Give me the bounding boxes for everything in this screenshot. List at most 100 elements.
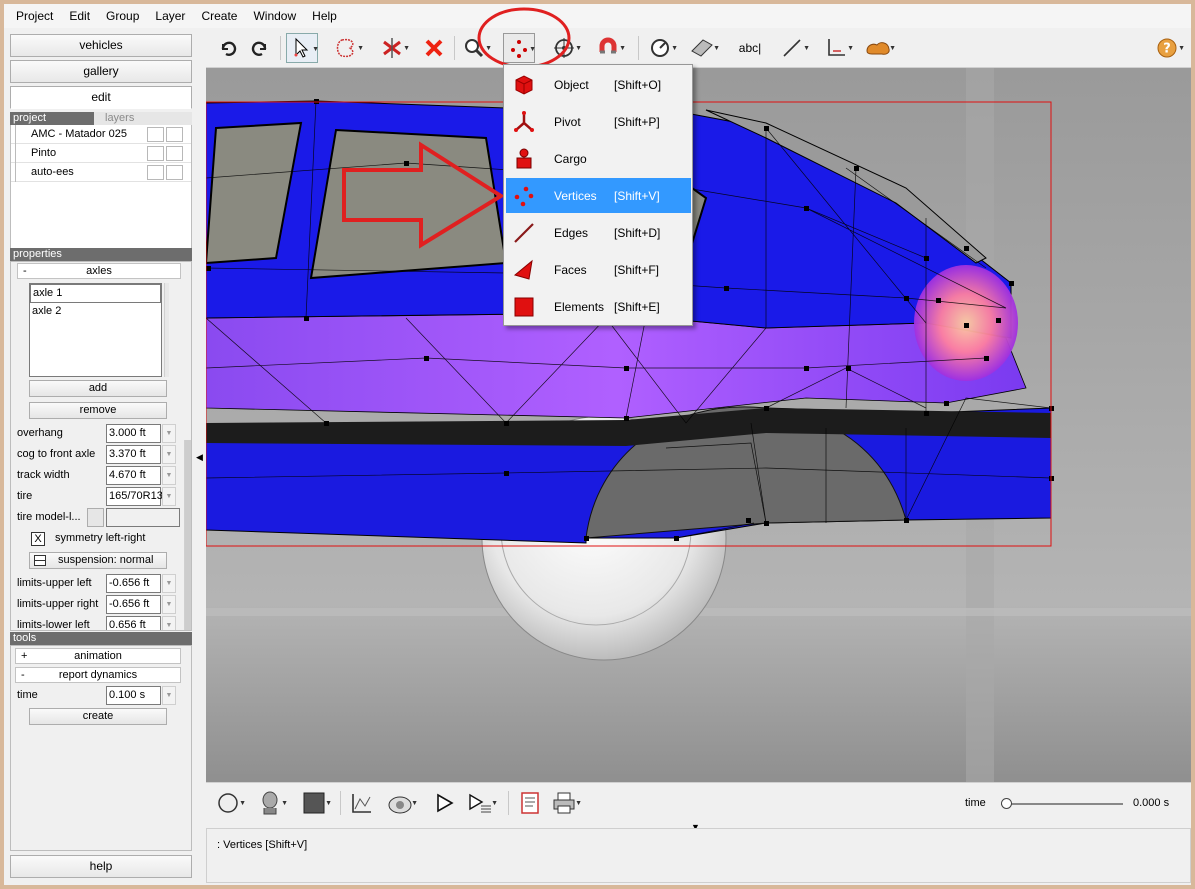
limits-upper-left-spinner[interactable]: ▼ <box>162 574 176 593</box>
limits-lower-left-field[interactable]: 0.656 ft <box>106 616 161 630</box>
undo-icon[interactable] <box>212 33 244 63</box>
redo-icon[interactable] <box>244 33 276 63</box>
limits-upper-right-spinner[interactable]: ▼ <box>162 595 176 614</box>
svg-text:?: ? <box>1163 42 1171 57</box>
list-item[interactable]: AMC - Matador 025 <box>11 125 191 144</box>
remove-button[interactable]: remove <box>29 402 167 419</box>
splitter-handle[interactable]: ◀ <box>196 450 204 464</box>
create-button[interactable]: create <box>29 708 167 725</box>
properties-header: properties <box>10 248 192 261</box>
lasso-icon[interactable]: ▼ <box>330 33 364 63</box>
menu-item-vertices[interactable]: Vertices [Shift+V] <box>506 178 691 213</box>
menu-group[interactable]: Group <box>98 4 147 28</box>
prop-cog: cog to front axle 3.370 ft ▼ <box>17 445 187 464</box>
list-item[interactable]: Pinto <box>11 144 191 163</box>
time-field[interactable]: 0.100 s <box>106 686 161 705</box>
camera-icon[interactable]: ▼ <box>384 788 418 818</box>
axles-scrollbar[interactable] <box>164 283 169 377</box>
visibility-checkbox[interactable] <box>147 127 164 142</box>
edit-button[interactable]: edit <box>10 86 192 109</box>
menu-window[interactable]: Window <box>245 4 304 28</box>
symmetry-label: symmetry left-right <box>55 532 146 544</box>
select-arrow-icon[interactable]: ▼ <box>286 33 319 63</box>
play-list-icon[interactable]: ▼ <box>464 788 498 818</box>
overhang-spinner[interactable]: ▼ <box>162 424 176 443</box>
overhang-field[interactable]: 3.000 ft <box>106 424 161 443</box>
cog-field[interactable]: 3.370 ft <box>106 445 161 464</box>
suspension-icon <box>34 555 46 566</box>
prop-track-width: track width 4.670 ft ▼ <box>17 466 187 485</box>
time-spinner[interactable]: ▼ <box>162 686 176 705</box>
prop-tire-model: tire model-l... <box>17 508 187 527</box>
report-dynamics-group-header[interactable]: - report dynamics <box>15 667 181 683</box>
menu-project[interactable]: Project <box>4 4 61 28</box>
cargo-icon <box>516 148 532 169</box>
car-shape-icon[interactable]: ▼ <box>862 33 896 63</box>
track-width-spinner[interactable]: ▼ <box>162 466 176 485</box>
line-tool-icon[interactable]: ▼ <box>776 33 810 63</box>
play-icon[interactable] <box>428 788 460 818</box>
elements-icon <box>514 297 534 317</box>
list-item[interactable]: axle 2 <box>30 303 161 322</box>
graph-icon[interactable] <box>346 788 378 818</box>
menu-create[interactable]: Create <box>193 4 245 28</box>
properties-panel: - axles axle 1 axle 2 add remove overhan… <box>10 261 192 631</box>
time-slider-track[interactable] <box>1001 803 1123 805</box>
limits-upper-right-field[interactable]: -0.656 ft <box>106 595 161 614</box>
menu-help[interactable]: Help <box>304 4 345 28</box>
help-button[interactable]: help <box>10 855 192 878</box>
help-circle-icon[interactable]: ? ▼ <box>1151 33 1185 63</box>
lock-checkbox[interactable] <box>166 146 183 161</box>
limits-lower-left-spinner[interactable]: ▼ <box>162 616 176 630</box>
track-width-field[interactable]: 4.670 ft <box>106 466 161 485</box>
shading-sphere-icon[interactable]: ▼ <box>212 788 246 818</box>
animation-group-header[interactable]: + animation <box>15 648 181 664</box>
lock-checkbox[interactable] <box>166 127 183 142</box>
tire-field[interactable]: 165/70R13 <box>106 487 163 506</box>
vertices-icon <box>514 186 534 207</box>
surface-icon[interactable]: ▼ <box>686 33 720 63</box>
menu-item-elements[interactable]: Elements [Shift+E] <box>506 289 691 324</box>
menu-edit[interactable]: Edit <box>61 4 98 28</box>
tools-header: tools <box>10 632 192 645</box>
tire-model-field[interactable] <box>106 508 180 527</box>
menu-item-faces[interactable]: Faces [Shift+F] <box>506 252 691 287</box>
faces-icon <box>513 259 533 280</box>
symmetry-checkbox[interactable]: X <box>31 532 45 546</box>
suspension-button[interactable]: suspension: normal <box>29 552 167 569</box>
tire-spinner[interactable]: ▼ <box>162 487 176 506</box>
menu-item-edges[interactable]: Edges [Shift+D] <box>506 215 691 250</box>
visibility-checkbox[interactable] <box>147 146 164 161</box>
tab-layers[interactable]: layers <box>105 112 134 125</box>
color-swatch-icon[interactable]: ▼ <box>298 788 332 818</box>
magnet-icon[interactable]: ▼ <box>592 33 626 63</box>
tab-project[interactable]: project <box>10 112 94 125</box>
cube-icon <box>515 75 533 95</box>
dimension-tool-icon[interactable]: ▼ <box>820 33 854 63</box>
list-item[interactable]: auto-ees <box>11 163 191 182</box>
head-avatar-icon[interactable]: ▼ <box>254 788 288 818</box>
axles-group-header[interactable]: - axles <box>17 263 181 279</box>
print-icon[interactable]: ▼ <box>548 788 582 818</box>
limits-upper-left-field[interactable]: -0.656 ft <box>106 574 161 593</box>
menu-item-pivot[interactable]: Pivot [Shift+P] <box>506 104 691 139</box>
transform-icon[interactable]: ▼ <box>376 33 410 63</box>
gallery-button[interactable]: gallery <box>10 60 192 83</box>
properties-scrollbar[interactable] <box>184 440 191 630</box>
menu-item-cargo[interactable]: Cargo <box>506 141 691 176</box>
cog-spinner[interactable]: ▼ <box>162 445 176 464</box>
lock-checkbox[interactable] <box>166 165 183 180</box>
text-tool-icon[interactable]: abc| <box>732 33 768 63</box>
time-slider-thumb[interactable] <box>1001 798 1012 809</box>
visibility-checkbox[interactable] <box>147 165 164 180</box>
tire-model-button[interactable] <box>87 508 104 527</box>
add-button[interactable]: add <box>29 380 167 397</box>
3d-viewport[interactable] <box>206 68 1191 782</box>
measure-dial-icon[interactable]: ▼ <box>644 33 678 63</box>
vehicles-button[interactable]: vehicles <box>10 34 192 57</box>
report-icon[interactable] <box>514 788 546 818</box>
list-item[interactable]: axle 1 <box>30 284 161 303</box>
menu-item-object[interactable]: Object [Shift+O] <box>506 67 691 102</box>
delete-icon[interactable] <box>418 33 450 63</box>
menu-layer[interactable]: Layer <box>147 4 193 28</box>
